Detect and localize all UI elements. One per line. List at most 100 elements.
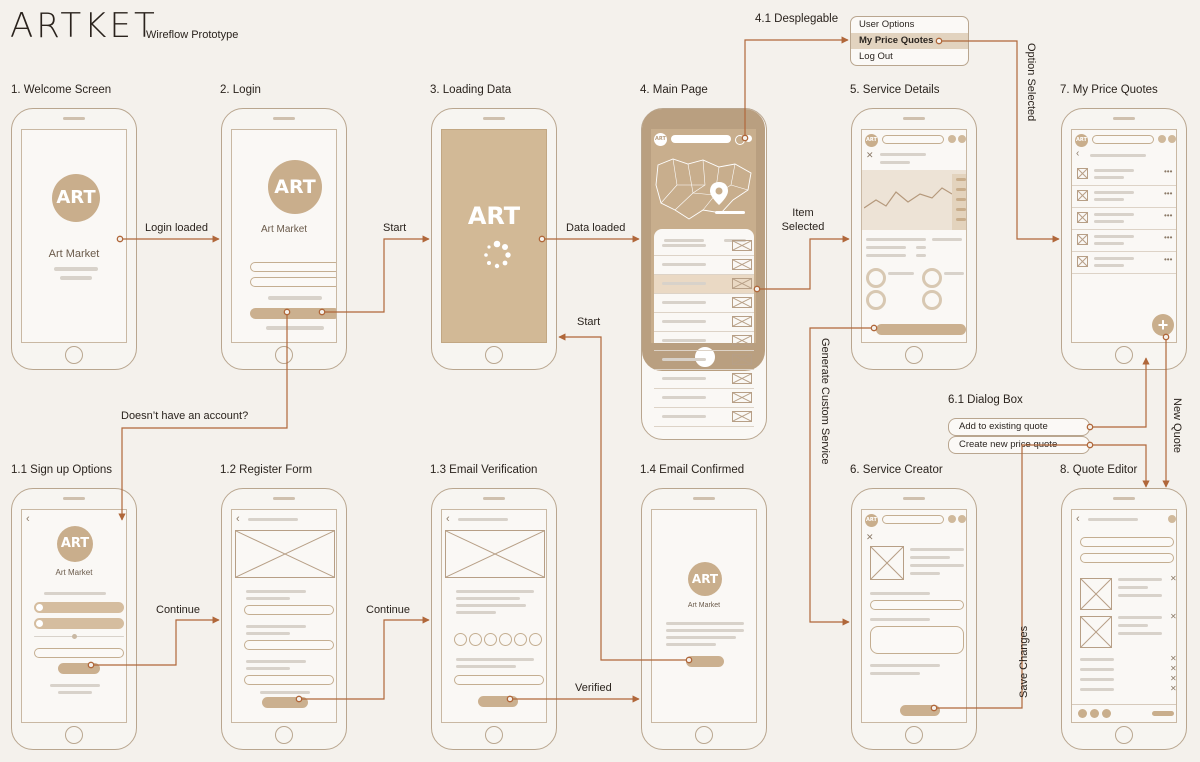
phone-details: ART ✕ bbox=[851, 108, 977, 370]
label-data-loaded: Data loaded bbox=[566, 222, 626, 234]
remove-item-icon[interactable]: ✕ bbox=[1170, 612, 1176, 621]
home-button[interactable] bbox=[65, 346, 83, 364]
title-dropdown: 4.1 Desplegable bbox=[755, 13, 839, 25]
register-field[interactable] bbox=[244, 605, 334, 615]
generate-service-button[interactable] bbox=[876, 324, 966, 335]
label-continue-1: Continue bbox=[156, 604, 201, 616]
quote-name-field[interactable] bbox=[1080, 537, 1174, 547]
login-button[interactable] bbox=[250, 308, 336, 319]
list-item[interactable] bbox=[654, 313, 754, 332]
back-icon[interactable]: ‹ bbox=[1076, 148, 1079, 159]
title-confirmed: 1.4 Email Confirmed bbox=[640, 464, 745, 476]
close-icon[interactable]: ✕ bbox=[866, 532, 874, 543]
dropdown-item-user-options[interactable]: User Options bbox=[851, 17, 968, 33]
remove-item-icon[interactable]: ✕ bbox=[1170, 574, 1176, 583]
quote-item[interactable]: ••• bbox=[1072, 230, 1176, 252]
code-field[interactable] bbox=[454, 675, 544, 685]
password-field[interactable] bbox=[250, 277, 336, 287]
list-item[interactable] bbox=[654, 389, 754, 408]
image-placeholder bbox=[1080, 578, 1112, 610]
dropdown-item-my-price-quotes[interactable]: My Price Quotes bbox=[851, 33, 968, 49]
register-screen: ‹ bbox=[231, 509, 337, 723]
back-icon[interactable]: ‹ bbox=[26, 513, 30, 525]
back-icon[interactable]: ‹ bbox=[1076, 513, 1080, 525]
list-item[interactable] bbox=[654, 294, 754, 313]
phone-welcome: ART Art Market bbox=[11, 108, 137, 370]
quote-item[interactable]: ••• bbox=[1072, 186, 1176, 208]
brand-subtitle: Wireflow Prototype bbox=[146, 29, 239, 41]
share-quote-button[interactable] bbox=[1152, 711, 1174, 716]
email-signup-field[interactable] bbox=[34, 648, 124, 658]
verification-code-input[interactable] bbox=[454, 633, 544, 646]
dialog-create-new[interactable]: Create new price quote bbox=[948, 436, 1090, 454]
label-save-changes: Save Changes bbox=[1018, 625, 1030, 698]
title-creator: 6. Service Creator bbox=[850, 464, 943, 476]
quote-item[interactable]: ••• bbox=[1072, 208, 1176, 230]
quote-item[interactable]: ••• bbox=[1072, 252, 1176, 274]
quote-client-field[interactable] bbox=[1080, 553, 1174, 563]
list-item[interactable] bbox=[654, 370, 754, 389]
verify-button[interactable] bbox=[478, 696, 518, 707]
search-input[interactable] bbox=[671, 135, 731, 143]
register-field[interactable] bbox=[244, 675, 334, 685]
user-dropdown: User Options My Price Quotes Log Out bbox=[850, 16, 969, 66]
logo-caption: Art Market bbox=[48, 248, 100, 260]
back-icon[interactable]: ‹ bbox=[236, 513, 240, 525]
list-item[interactable] bbox=[654, 237, 754, 256]
main-list-rows bbox=[651, 237, 756, 437]
title-loading: 3. Loading Data bbox=[430, 84, 512, 96]
add-quote-icon[interactable]: + bbox=[1152, 314, 1174, 336]
title-welcome: 1. Welcome Screen bbox=[11, 84, 112, 96]
editor-screen: ‹ ✕ ✕ ✕ ✕ ✕ ✕ bbox=[1071, 509, 1177, 723]
dropdown-item-log-out[interactable]: Log Out bbox=[851, 49, 968, 65]
username-field[interactable] bbox=[250, 262, 336, 272]
title-details: 5. Service Details bbox=[850, 84, 940, 96]
title-register: 1.2 Register Form bbox=[220, 464, 313, 476]
logo-caption: Art Market bbox=[260, 224, 308, 235]
phone-editor: ‹ ✕ ✕ ✕ ✕ ✕ ✕ bbox=[1061, 488, 1187, 750]
register-continue-button[interactable] bbox=[262, 697, 308, 708]
service-field[interactable] bbox=[870, 600, 964, 610]
phone-verify: ‹ bbox=[431, 488, 557, 750]
phone-creator: ART ✕ bbox=[851, 488, 977, 750]
list-item[interactable] bbox=[654, 275, 754, 294]
map-icon bbox=[655, 158, 752, 220]
title-login: 2. Login bbox=[220, 84, 261, 96]
list-item[interactable] bbox=[654, 332, 754, 351]
description-field[interactable] bbox=[870, 626, 964, 654]
title-editor: 8. Quote Editor bbox=[1060, 464, 1138, 476]
quote-item[interactable]: ••• bbox=[1072, 164, 1176, 186]
title-dialog: 6.1 Dialog Box bbox=[948, 394, 1023, 406]
quote-list: ••• ••• ••• ••• ••• bbox=[1072, 164, 1176, 274]
menu-dot-icon[interactable] bbox=[735, 135, 745, 145]
social-signup-button[interactable] bbox=[34, 602, 124, 613]
quotes-screen: ART ‹ ••• ••• ••• ••• ••• bbox=[1071, 129, 1177, 343]
close-icon[interactable]: ✕ bbox=[866, 150, 874, 161]
phone-main: ART bbox=[641, 108, 767, 440]
list-item[interactable] bbox=[654, 408, 754, 427]
logo-caption: Art Market bbox=[687, 602, 721, 609]
spinner-icon bbox=[484, 240, 511, 269]
verify-screen: ‹ bbox=[441, 509, 547, 723]
title-signup: 1.1 Sign up Options bbox=[11, 464, 113, 476]
art-logo: ART bbox=[467, 202, 521, 230]
signup-screen: ‹ ART Art Market bbox=[21, 509, 127, 723]
continue-button[interactable] bbox=[58, 663, 100, 674]
confirmed-screen: ART Art Market bbox=[651, 509, 757, 723]
list-item[interactable] bbox=[654, 256, 754, 275]
dialog-add-existing[interactable]: Add to existing quote bbox=[948, 418, 1090, 436]
label-start-2: Start bbox=[577, 316, 601, 328]
save-service-button[interactable] bbox=[900, 705, 940, 716]
list-item[interactable] bbox=[654, 351, 754, 370]
back-icon[interactable]: ‹ bbox=[446, 513, 450, 525]
phone-quotes: ART ‹ ••• ••• ••• ••• ••• + bbox=[1061, 108, 1187, 370]
art-logo: ART bbox=[52, 174, 100, 222]
start-button[interactable] bbox=[686, 656, 724, 667]
register-field[interactable] bbox=[244, 640, 334, 650]
label-login-loaded: Login loaded bbox=[145, 222, 209, 234]
details-screen: ART ✕ bbox=[861, 129, 967, 343]
label-option-selected: Option Selected bbox=[1025, 43, 1037, 122]
label-item-selected: Item Selected bbox=[781, 207, 825, 233]
social-signup-button[interactable] bbox=[34, 618, 124, 629]
phone-register: ‹ bbox=[221, 488, 347, 750]
